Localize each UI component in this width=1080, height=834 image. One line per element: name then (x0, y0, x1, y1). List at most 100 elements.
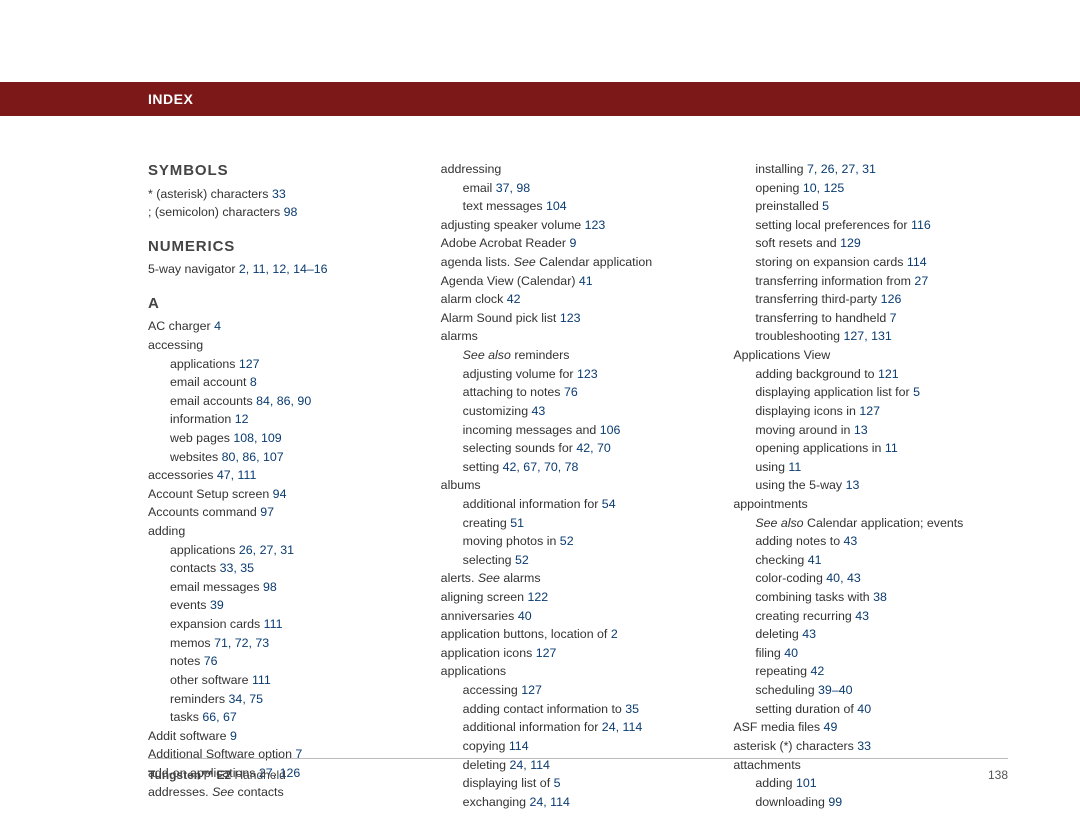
index-entry: accessories 47, 111 (148, 466, 423, 485)
index-entry: opening applications in 11 (733, 439, 1008, 458)
index-entry: * (asterisk) characters 33 (148, 185, 423, 204)
index-entry: using 11 (733, 458, 1008, 477)
index-entry: appointments (733, 495, 1008, 514)
index-entry: preinstalled 5 (733, 197, 1008, 216)
index-entry: adjusting speaker volume 123 (441, 216, 716, 235)
index-entry: anniversaries 40 (441, 607, 716, 626)
header-title: INDEX (148, 91, 193, 107)
index-entry: other software 111 (148, 671, 423, 690)
section-heading: SYMBOLS (148, 160, 423, 183)
index-entry: information 12 (148, 410, 423, 429)
index-entry: creating recurring 43 (733, 607, 1008, 626)
index-entry: aligning screen 122 (441, 588, 716, 607)
index-entry: email 37, 98 (441, 179, 716, 198)
index-entry: alarm clock 42 (441, 290, 716, 309)
index-entry: Applications View (733, 346, 1008, 365)
index-entry: repeating 42 (733, 662, 1008, 681)
index-entry: alarms (441, 327, 716, 346)
index-entry: moving around in 13 (733, 421, 1008, 440)
index-entry: applications 26, 27, 31 (148, 541, 423, 560)
index-entry: additional information for 24, 114 (441, 718, 716, 737)
index-entry: troubleshooting 127, 131 (733, 327, 1008, 346)
index-entry: displaying icons in 127 (733, 402, 1008, 421)
index-entry: Account Setup screen 94 (148, 485, 423, 504)
index-entry: combining tasks with 38 (733, 588, 1008, 607)
index-entry: adding contact information to 35 (441, 700, 716, 719)
footer-product: Tungsten™ E2 Handheld (148, 768, 286, 782)
index-entry: asterisk (*) characters 33 (733, 737, 1008, 756)
index-entry: exchanging 24, 114 (441, 793, 716, 812)
index-entry: Accounts command 97 (148, 503, 423, 522)
index-entry: accessing (148, 336, 423, 355)
index-entry: 5-way navigator 2, 11, 12, 14–16 (148, 260, 423, 279)
column-1: SYMBOLS * (asterisk) characters 33; (semi… (148, 160, 423, 744)
index-entry: reminders 34, 75 (148, 690, 423, 709)
index-entry: copying 114 (441, 737, 716, 756)
index-entry: Agenda View (Calendar) 41 (441, 272, 716, 291)
section-heading: NUMERICS (148, 236, 423, 259)
index-entry: accessing 127 (441, 681, 716, 700)
index-entry: opening 10, 125 (733, 179, 1008, 198)
index-entry: adjusting volume for 123 (441, 365, 716, 384)
index-entry: tasks 66, 67 (148, 708, 423, 727)
index-entry: See also reminders (441, 346, 716, 365)
footer-page: 138 (988, 768, 1008, 782)
index-entry: deleting 43 (733, 625, 1008, 644)
index-entry: additional information for 54 (441, 495, 716, 514)
index-entry: agenda lists. See Calendar application (441, 253, 716, 272)
index-entry: AC charger 4 (148, 317, 423, 336)
index-entry: ASF media files 49 (733, 718, 1008, 737)
index-entry: expansion cards 111 (148, 615, 423, 634)
column-2: addressingemail 37, 98text messages 104a… (441, 160, 716, 744)
index-entry: addressing (441, 160, 716, 179)
index-entry: incoming messages and 106 (441, 421, 716, 440)
index-entry: filing 40 (733, 644, 1008, 663)
index-entry: Adobe Acrobat Reader 9 (441, 234, 716, 253)
index-entry: selecting 52 (441, 551, 716, 570)
index-entry: installing 7, 26, 27, 31 (733, 160, 1008, 179)
index-entry: adding notes to 43 (733, 532, 1008, 551)
index-entry: notes 76 (148, 652, 423, 671)
index-entry: setting duration of 40 (733, 700, 1008, 719)
index-entry: transferring information from 27 (733, 272, 1008, 291)
header-bar: INDEX (0, 82, 1080, 116)
index-entry: email account 8 (148, 373, 423, 392)
index-entry: email accounts 84, 86, 90 (148, 392, 423, 411)
index-entry: moving photos in 52 (441, 532, 716, 551)
footer: Tungsten™ E2 Handheld 138 (148, 758, 1008, 782)
index-entry: text messages 104 (441, 197, 716, 216)
index-entry: scheduling 39–40 (733, 681, 1008, 700)
index-entry: setting local preferences for 116 (733, 216, 1008, 235)
index-entry: checking 41 (733, 551, 1008, 570)
index-entry: selecting sounds for 42, 70 (441, 439, 716, 458)
index-entry: customizing 43 (441, 402, 716, 421)
index-entry: adding (148, 522, 423, 541)
column-3: installing 7, 26, 27, 31opening 10, 125p… (733, 160, 1008, 744)
index-entry: See also Calendar application; events (733, 514, 1008, 533)
index-entry: displaying application list for 5 (733, 383, 1008, 402)
index-entry: ; (semicolon) characters 98 (148, 203, 423, 222)
index-entry: soft resets and 129 (733, 234, 1008, 253)
index-entry: addresses. See contacts (148, 783, 423, 802)
index-entry: transferring to handheld 7 (733, 309, 1008, 328)
index-entry: contacts 33, 35 (148, 559, 423, 578)
index-entry: web pages 108, 109 (148, 429, 423, 448)
index-entry: applications 127 (148, 355, 423, 374)
index-entry: events 39 (148, 596, 423, 615)
index-entry: color-coding 40, 43 (733, 569, 1008, 588)
index-entry: memos 71, 72, 73 (148, 634, 423, 653)
index-entry: application buttons, location of 2 (441, 625, 716, 644)
index-entry: Addit software 9 (148, 727, 423, 746)
index-entry: websites 80, 86, 107 (148, 448, 423, 467)
index-entry: creating 51 (441, 514, 716, 533)
index-entry: Alarm Sound pick list 123 (441, 309, 716, 328)
index-entry: using the 5-way 13 (733, 476, 1008, 495)
index-entry: storing on expansion cards 114 (733, 253, 1008, 272)
index-entry: attaching to notes 76 (441, 383, 716, 402)
content: SYMBOLS * (asterisk) characters 33; (semi… (148, 160, 1008, 744)
index-entry: application icons 127 (441, 644, 716, 663)
index-entry: email messages 98 (148, 578, 423, 597)
index-entry: alerts. See alarms (441, 569, 716, 588)
index-entry: setting 42, 67, 70, 78 (441, 458, 716, 477)
index-entry: downloading 99 (733, 793, 1008, 812)
